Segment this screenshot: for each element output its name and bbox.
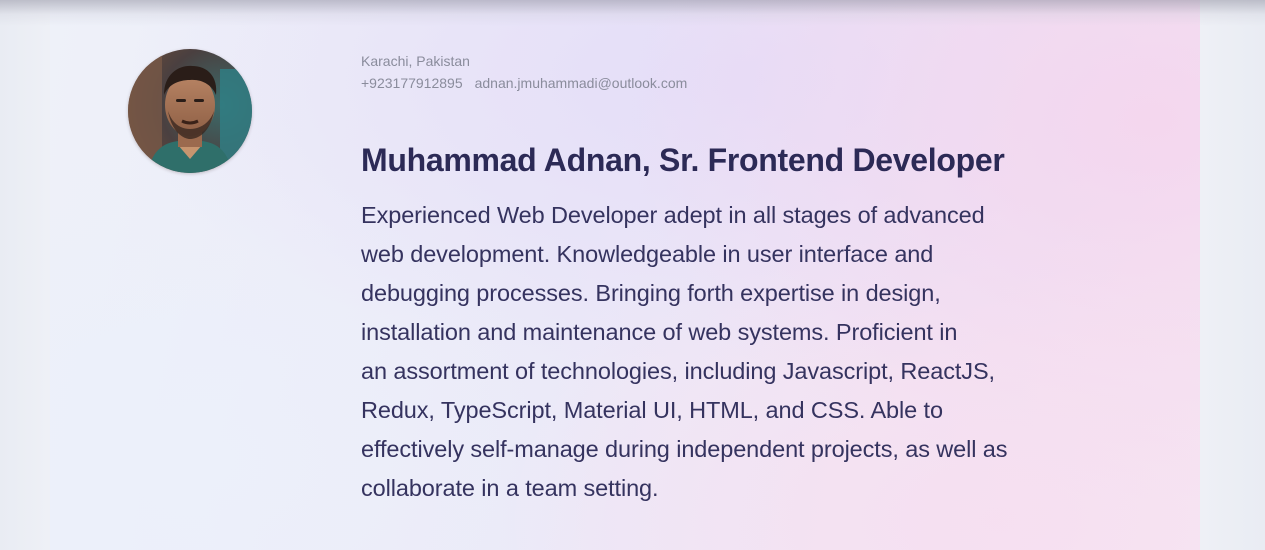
profile-headline: Muhammad Adnan, Sr. Frontend Developer — [361, 142, 1005, 178]
summary-line: debugging processes. Bringing forth expe… — [361, 280, 941, 306]
profile-summary: Experienced Web Developer adept in all s… — [361, 196, 1131, 508]
contact-row: +923177912895 adnan.jmuhammadi@outlook.co… — [361, 72, 687, 94]
summary-line: effectively self-manage during independe… — [361, 436, 1008, 462]
contact-info: Karachi, Pakistan +923177912895 adnan.jmu… — [361, 50, 687, 94]
summary-line: web development. Knowledgeable in user i… — [361, 241, 934, 267]
summary-line: installation and maintenance of web syst… — [361, 319, 958, 345]
profile-card: Karachi, Pakistan +923177912895 adnan.jmu… — [50, 0, 1200, 550]
top-shadow — [0, 0, 1265, 26]
email-link[interactable]: adnan.jmuhammadi@outlook.com — [475, 75, 688, 91]
avatar — [128, 49, 252, 173]
phone-link[interactable]: +923177912895 — [361, 75, 463, 91]
avatar-photo — [128, 49, 252, 173]
page: Karachi, Pakistan +923177912895 adnan.jmu… — [0, 0, 1265, 550]
location-text: Karachi, Pakistan — [361, 53, 470, 69]
summary-line: Redux, TypeScript, Material UI, HTML, an… — [361, 397, 943, 423]
summary-line: collaborate in a team setting. — [361, 475, 659, 501]
summary-line: an assortment of technologies, including… — [361, 358, 995, 384]
summary-line: Experienced Web Developer adept in all s… — [361, 202, 985, 228]
